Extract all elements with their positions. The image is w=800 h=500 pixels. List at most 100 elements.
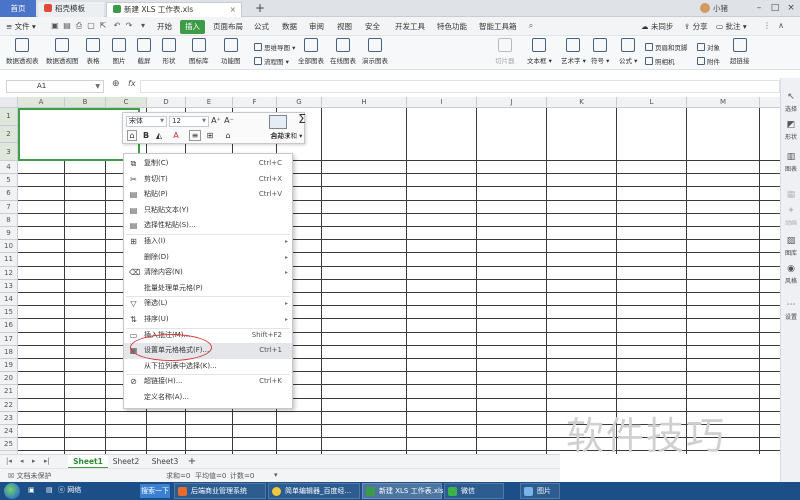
grow-font-icon[interactable]: A⁺: [211, 116, 221, 126]
context-menu-item[interactable]: 从下拉列表中选择(K)...: [124, 359, 292, 375]
more-icon[interactable]: ⋮: [762, 21, 772, 31]
font-color-icon[interactable]: A: [171, 131, 181, 141]
hyperlink-button[interactable]: 超链接: [730, 38, 750, 65]
last-sheet-icon[interactable]: ▸|: [44, 457, 50, 465]
context-menu-item[interactable]: ⧉ 复制(C) Ctrl+C: [124, 156, 292, 172]
dropdown-icon[interactable]: ▾: [274, 471, 278, 479]
side-animation[interactable]: ✦ 动画: [781, 206, 800, 227]
chevron-down-icon[interactable]: ▼: [95, 81, 100, 92]
share-button[interactable]: ⇪ 分享: [684, 20, 708, 34]
pivot-chart-button[interactable]: 数据透视图: [46, 38, 79, 65]
formula-button[interactable]: 公式 ▾: [619, 38, 637, 65]
demo-charts-button[interactable]: 演示图表: [362, 38, 388, 65]
new-tab-button[interactable]: +: [253, 0, 267, 17]
column-header[interactable]: I: [407, 97, 477, 108]
wordart-button[interactable]: 艺术字 ▾: [561, 38, 586, 65]
close-window-icon[interactable]: ×: [783, 0, 799, 17]
column-header[interactable]: F: [233, 97, 277, 108]
context-menu-item[interactable]: ⊘ 超链接(H)... Ctrl+K: [124, 374, 292, 390]
bold-icon[interactable]: B: [141, 131, 151, 141]
sync-status[interactable]: ☁ 未同步: [641, 20, 673, 34]
export-icon[interactable]: ⇱: [98, 21, 108, 31]
merge-icon[interactable]: [269, 115, 287, 129]
function-chart-button[interactable]: 功能图: [221, 38, 241, 65]
autosum-button[interactable]: 自动求和 ▾: [271, 130, 302, 140]
row-header[interactable]: 14: [0, 293, 18, 307]
context-menu-item[interactable]: ▤ 只粘贴文本(Y): [124, 203, 292, 219]
context-menu-item[interactable]: ▤ 选择性粘贴(S)...: [124, 218, 292, 234]
online-charts-button[interactable]: 在线图表: [330, 38, 356, 65]
spreadsheet-grid[interactable]: ABCDEFGHIJKLMNOPQ12345678910111213141516…: [0, 97, 780, 454]
maximize-icon[interactable]: □: [767, 0, 783, 17]
border-icon[interactable]: ⊞: [205, 131, 215, 141]
name-box[interactable]: A1 ▼: [6, 80, 104, 93]
comment-button[interactable]: ▭ 批注 ▾: [716, 20, 747, 34]
font-select[interactable]: 宋体 ▼: [126, 116, 167, 127]
column-header[interactable]: D: [147, 97, 186, 108]
menu-developer[interactable]: 开发工具: [395, 20, 425, 34]
sheet-tab-3[interactable]: Sheet3: [146, 455, 184, 469]
row-header[interactable]: 17: [0, 332, 18, 346]
context-menu-item[interactable]: ⌫ 清除内容(N) ▸: [124, 265, 292, 281]
row-header[interactable]: 5: [0, 174, 18, 188]
column-header[interactable]: H: [322, 97, 407, 108]
preview-icon[interactable]: ▢: [86, 21, 96, 31]
taskbar-browser[interactable]: ⓔ 网络: [58, 483, 81, 499]
prev-sheet-icon[interactable]: ◂: [20, 457, 24, 465]
sheet-tab-1[interactable]: Sheet1: [68, 455, 108, 469]
column-header[interactable]: C: [106, 97, 147, 108]
menu-review[interactable]: 审阅: [309, 20, 324, 34]
all-charts-button[interactable]: 全部图表: [298, 38, 324, 65]
textbox-button[interactable]: 文本框 ▾: [527, 38, 552, 65]
zoom-icon[interactable]: ⊕: [112, 79, 120, 89]
side-shape[interactable]: ◩ 形状: [781, 120, 800, 141]
user-profile[interactable]: 小猪: [700, 0, 728, 17]
select-all-corner[interactable]: [0, 97, 18, 108]
column-header[interactable]: B: [65, 97, 106, 108]
sigma-icon[interactable]: Σ: [297, 113, 307, 125]
start-button[interactable]: [4, 483, 20, 499]
menu-security[interactable]: 安全: [365, 20, 380, 34]
row-header[interactable]: 24: [0, 425, 18, 439]
menu-formula[interactable]: 公式: [254, 20, 269, 34]
column-header[interactable]: E: [186, 97, 233, 108]
row-header[interactable]: 10: [0, 240, 18, 254]
menu-insert[interactable]: 插入: [180, 20, 205, 34]
context-menu-item[interactable]: 删除(D) ▸: [124, 250, 292, 266]
undo-icon[interactable]: ↶: [112, 21, 122, 31]
row-header[interactable]: 22: [0, 398, 18, 412]
search-icon[interactable]: ⌕: [526, 21, 536, 31]
row-header[interactable]: 9: [0, 227, 18, 241]
row-header[interactable]: 21: [0, 385, 18, 399]
first-sheet-icon[interactable]: |◂: [6, 457, 12, 465]
screenshot-button[interactable]: 截屏: [137, 38, 151, 65]
context-menu-item[interactable]: 批量处理单元格(P): [124, 281, 292, 297]
flowchart-button[interactable]: 流程图 ▾: [254, 56, 289, 66]
close-icon[interactable]: ×: [230, 3, 236, 17]
row-header[interactable]: 11: [0, 253, 18, 267]
print-icon[interactable]: ⎙: [74, 21, 84, 31]
sheet-tab-2[interactable]: Sheet2: [108, 455, 144, 469]
row-header[interactable]: 23: [0, 411, 18, 425]
row-header[interactable]: 20: [0, 372, 18, 386]
picture-button[interactable]: 图片: [112, 38, 126, 65]
taskbar-search[interactable]: 搜索一下: [140, 484, 170, 498]
row-header[interactable]: 6: [0, 187, 18, 201]
side-style[interactable]: ◉ 风格: [781, 264, 800, 285]
column-header[interactable]: J: [477, 97, 547, 108]
row-header[interactable]: 18: [0, 345, 18, 359]
row-header[interactable]: 7: [0, 200, 18, 214]
row-header[interactable]: 8: [0, 213, 18, 227]
row-header[interactable]: 1: [0, 108, 18, 126]
object-button[interactable]: 对象: [697, 42, 720, 52]
save-icon[interactable]: ▣: [50, 21, 60, 31]
row-header[interactable]: 12: [0, 266, 18, 280]
mindmap-button[interactable]: 思维导图 ▾: [254, 42, 295, 52]
column-header[interactable]: N: [760, 97, 780, 108]
taskbar-file-icon[interactable]: ▤: [46, 483, 53, 499]
file-menu[interactable]: ≡ 文件 ▾: [6, 20, 36, 34]
column-header[interactable]: G: [277, 97, 322, 108]
context-menu-item[interactable]: 定义名称(A)...: [124, 390, 292, 406]
context-menu-item[interactable]: ▽ 筛选(L) ▸: [124, 296, 292, 312]
next-sheet-icon[interactable]: ▸: [32, 457, 36, 465]
